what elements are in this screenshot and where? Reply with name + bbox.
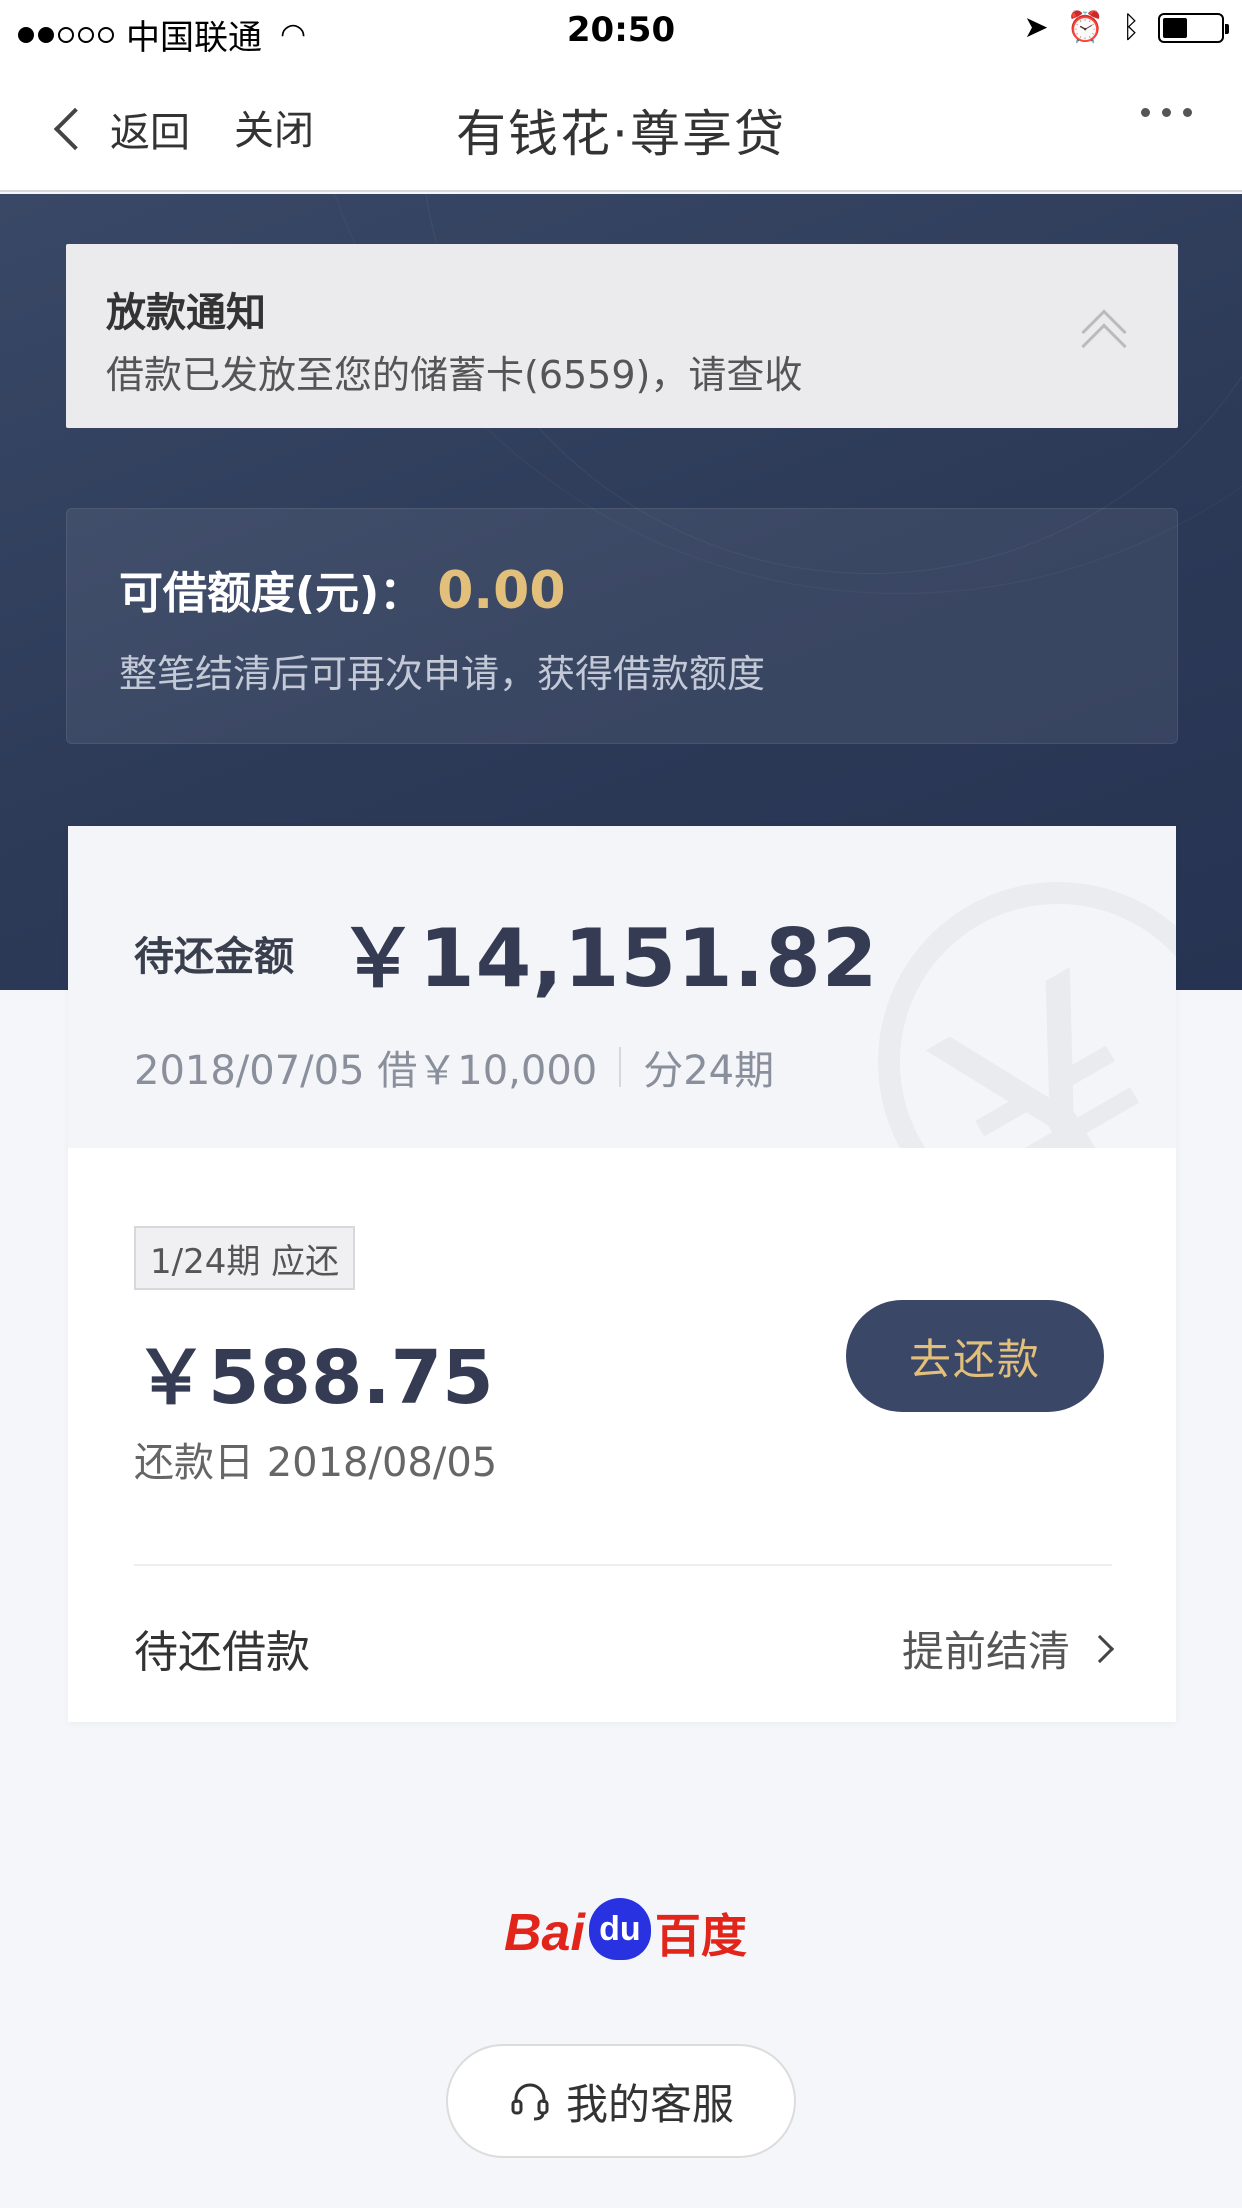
headset-icon <box>511 2083 549 2121</box>
customer-service-button[interactable]: 我的客服 <box>446 2044 796 2158</box>
divider <box>134 1564 1112 1566</box>
logo-du: du <box>599 1909 641 1948</box>
disbursement-notice[interactable]: 放款通知 借款已发放至您的储蓄卡(6559)，请查收 <box>66 244 1178 428</box>
due-amount-label: 待还金额 <box>134 934 294 980</box>
status-bar: 中国联通 ◠ 20:50 ➤ ⏰ ᛒ <box>0 0 1242 62</box>
quota-label: 可借额度(元)： <box>119 568 424 619</box>
early-payoff-label: 提前结清 <box>901 1627 1070 1676</box>
chevron-right-icon <box>1085 1634 1115 1663</box>
yen-watermark-icon: ¥ <box>878 882 1176 1148</box>
collapse-chevron-up-icon[interactable] <box>1078 309 1128 369</box>
battery-icon <box>1158 12 1229 43</box>
status-right: ➤ ⏰ ᛒ <box>1023 10 1229 45</box>
more-dot-icon <box>1141 108 1150 117</box>
repayment-date: 还款日 2018/08/05 <box>134 1440 498 1486</box>
baidu-paw-icon: du <box>588 1898 651 1960</box>
logo-bai: Bai <box>504 1904 585 1962</box>
customer-service-label: 我的客服 <box>565 2079 734 2129</box>
nav-bar: 返回 关闭 有钱花·尊享贷 <box>0 62 1242 192</box>
more-dot-icon <box>1162 108 1171 117</box>
period-amount: ￥588.75 <box>134 1335 494 1421</box>
quota-value: 0.00 <box>437 561 566 621</box>
due-amount-value: ￥14,151.82 <box>338 912 879 1005</box>
baidu-logo: Bai du 百度 <box>504 1898 747 1966</box>
repay-button[interactable]: 去还款 <box>846 1300 1104 1412</box>
more-menu-button[interactable] <box>1141 108 1192 117</box>
logo-chinese: 百度 <box>654 1910 747 1962</box>
location-arrow-icon: ➤ <box>1023 10 1049 45</box>
notice-title: 放款通知 <box>106 290 266 336</box>
loan-card: ¥ 待还金额 ￥14,151.82 2018/07/05 借￥10,000 分2… <box>68 826 1176 1722</box>
quota-hint: 整笔结清后可再次申请，获得借款额度 <box>119 652 766 696</box>
more-dot-icon <box>1183 108 1192 117</box>
loan-meta: 2018/07/05 借￥10,000 分24期 <box>134 1038 774 1096</box>
installments: 分24期 <box>643 1048 775 1094</box>
loan-summary: ¥ 待还金额 ￥14,151.82 2018/07/05 借￥10,000 分2… <box>68 826 1176 1148</box>
page-title: 有钱花·尊享贷 <box>456 105 786 163</box>
alarm-icon: ⏰ <box>1066 10 1104 45</box>
period-badge: 1/24期 应还 <box>134 1226 356 1290</box>
bluetooth-icon: ᛒ <box>1122 10 1140 45</box>
loan-date-amount: 2018/07/05 借￥10,000 <box>134 1048 598 1094</box>
early-payoff-link[interactable]: 提前结清 <box>901 1618 1115 1679</box>
quota-row: 可借额度(元)： 0.00 <box>119 557 566 621</box>
pending-loans-label[interactable]: 待还借款 <box>134 1616 310 1680</box>
borrowable-quota-card: 可借额度(元)： 0.00 整笔结清后可再次申请，获得借款额度 <box>66 508 1178 744</box>
notice-text: 借款已发放至您的储蓄卡(6559)，请查收 <box>106 353 803 397</box>
meta-divider <box>619 1047 622 1087</box>
